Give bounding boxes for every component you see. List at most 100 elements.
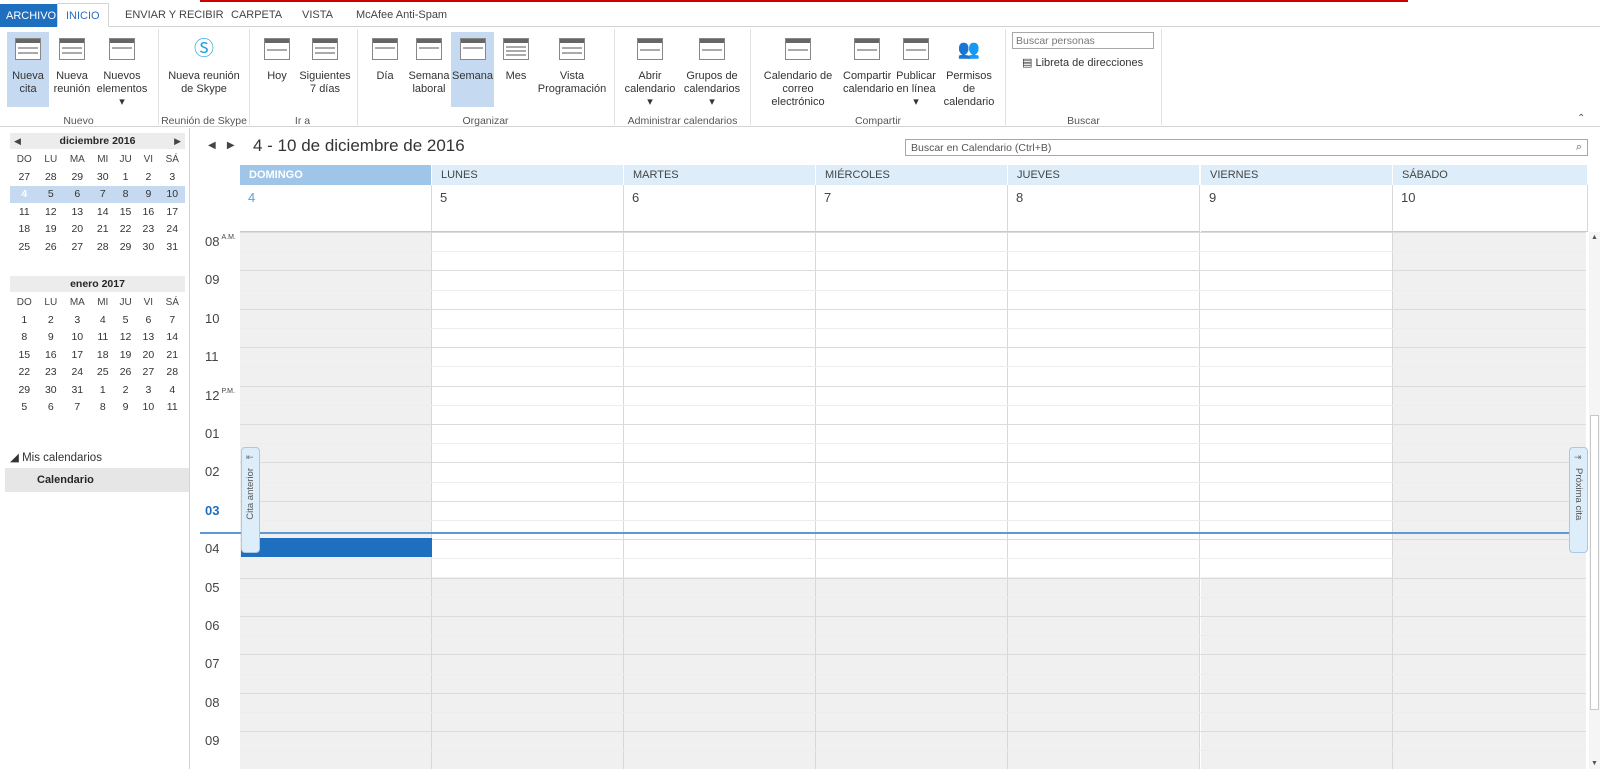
new-appointment-button[interactable]: Nueva cita [7, 32, 49, 107]
mini-day-cell[interactable]: 16 [137, 203, 159, 221]
mini-day-cell[interactable]: 12 [114, 329, 137, 347]
mini-day-cell[interactable]: 17 [63, 346, 92, 364]
mini-day-cell[interactable]: 1 [92, 381, 114, 399]
day-header-martes[interactable]: MARTES [624, 165, 816, 185]
email-calendar-button[interactable]: Calendario de correo electrónico [756, 32, 840, 108]
day-view-button[interactable]: Día [370, 32, 400, 107]
day-header-sábado[interactable]: SÁBADO [1393, 165, 1588, 185]
share-calendar-button[interactable]: Compartir calendario [843, 32, 894, 107]
mini-day-cell[interactable]: 6 [63, 185, 92, 203]
mini-day-cell[interactable]: 30 [39, 381, 63, 399]
mini-day-cell[interactable]: 18 [10, 221, 39, 239]
day-number[interactable]: 6 [624, 185, 816, 232]
mini-day-cell[interactable]: 3 [137, 381, 159, 399]
mini-day-cell[interactable]: 9 [137, 185, 160, 203]
day-header-viernes[interactable]: VIERNES [1201, 165, 1393, 185]
mini-day-cell[interactable]: 2 [137, 168, 159, 186]
mini-day-cell[interactable]: 2 [114, 381, 137, 399]
mini-day-cell[interactable]: 30 [92, 168, 114, 186]
tab-view[interactable]: VISTA [294, 3, 341, 27]
next-7-days-button[interactable]: Siguientes 7 días [297, 32, 353, 107]
mini-day-cell[interactable]: 25 [92, 364, 114, 382]
mini-day-cell[interactable]: 24 [63, 364, 92, 382]
work-week-button[interactable]: Semana laboral [408, 32, 450, 107]
mini-day-cell[interactable]: 31 [160, 238, 185, 256]
tab-folder[interactable]: CARPETA [223, 3, 290, 27]
mini-day-cell[interactable]: 26 [39, 238, 63, 256]
day-number[interactable]: 4 [240, 185, 432, 232]
mini-day-cell[interactable]: 22 [114, 221, 137, 239]
mini-day-cell[interactable]: 29 [10, 381, 39, 399]
mini-day-cell[interactable]: 16 [39, 346, 63, 364]
mini-day-cell[interactable]: 13 [63, 203, 92, 221]
mini-day-cell[interactable]: 27 [137, 364, 159, 382]
collapse-ribbon-icon[interactable]: ⌃ [1577, 113, 1585, 124]
mini-day-cell[interactable]: 28 [39, 168, 63, 186]
mini-day-cell[interactable]: 11 [92, 329, 114, 347]
mini-day-cell[interactable]: 21 [92, 221, 114, 239]
next-week-icon[interactable]: ▶ [227, 140, 235, 151]
mini-day-cell[interactable]: 4 [160, 381, 185, 399]
search-calendar-input[interactable]: Buscar en Calendario (Ctrl+B) ⌕ [905, 139, 1588, 156]
address-book-button[interactable]: ▤ Libreta de direcciones [1022, 56, 1143, 69]
day-number[interactable]: 9 [1201, 185, 1393, 232]
mini-day-cell[interactable]: 6 [137, 311, 159, 329]
mini-day-cell[interactable]: 28 [160, 364, 185, 382]
mini-day-cell[interactable]: 27 [63, 238, 92, 256]
mini-day-cell[interactable]: 31 [63, 381, 92, 399]
mini-day-cell[interactable]: 13 [137, 329, 159, 347]
mini-day-cell[interactable]: 19 [114, 346, 137, 364]
mini-day-cell[interactable]: 10 [137, 399, 159, 417]
mini-day-cell[interactable]: 2 [39, 311, 63, 329]
prev-week-icon[interactable]: ◀ [208, 140, 216, 151]
schedule-view-button[interactable]: Vista Programación [537, 32, 607, 107]
publish-online-button[interactable]: Publicar en línea ▾ [894, 32, 938, 108]
mini-day-cell[interactable]: 11 [10, 203, 39, 221]
search-people-input[interactable]: Buscar personas [1012, 32, 1154, 49]
selected-time-slot[interactable] [241, 538, 432, 557]
previous-appointment-button[interactable]: ⇤ Cita anterior [241, 447, 260, 553]
day-number[interactable]: 5 [432, 185, 624, 232]
mini-day-cell[interactable]: 29 [114, 238, 137, 256]
mini-day-cell[interactable]: 3 [160, 168, 185, 186]
mini-day-cell[interactable]: 12 [39, 203, 63, 221]
mini-day-cell[interactable]: 10 [63, 329, 92, 347]
week-time-grid[interactable] [240, 232, 1586, 769]
mini-day-cell[interactable]: 7 [63, 399, 92, 417]
next-month-icon[interactable]: ▶ [174, 133, 181, 149]
mini-day-cell[interactable]: 19 [39, 221, 63, 239]
mini-day-cell[interactable]: 23 [137, 221, 159, 239]
mini-day-cell[interactable]: 8 [10, 329, 39, 347]
calendar-list-item[interactable]: Calendario [5, 468, 189, 492]
mini-day-cell[interactable]: 28 [92, 238, 114, 256]
mini-day-cell[interactable]: 9 [114, 399, 137, 417]
mini-day-cell[interactable]: 14 [160, 329, 185, 347]
mini-day-cell[interactable]: 7 [160, 311, 185, 329]
mini-day-cell[interactable]: 7 [91, 185, 114, 203]
mini-day-cell[interactable]: 5 [114, 311, 137, 329]
month-view-button[interactable]: Mes [500, 32, 532, 107]
mini-day-cell[interactable]: 3 [63, 311, 92, 329]
mini-day-cell[interactable]: 15 [114, 203, 137, 221]
mini-day-cell[interactable]: 5 [38, 185, 64, 203]
mini-day-cell[interactable]: 20 [63, 221, 92, 239]
day-number[interactable]: 8 [1008, 185, 1200, 232]
scroll-up-icon[interactable]: ▲ [1591, 234, 1598, 241]
mini-day-cell[interactable]: 10 [159, 185, 185, 203]
mini-day-cell[interactable]: 18 [92, 346, 114, 364]
mini-day-cell[interactable]: 8 [92, 399, 114, 417]
day-header-domingo[interactable]: DOMINGO [240, 165, 432, 185]
mini-day-cell[interactable]: 25 [10, 238, 39, 256]
new-meeting-button[interactable]: Nueva reunión [52, 32, 92, 107]
open-calendar-button[interactable]: Abrir calendario ▾ [622, 32, 678, 108]
mini-day-cell[interactable]: 27 [10, 168, 39, 186]
tab-file[interactable]: ARCHIVO [0, 4, 63, 27]
day-number[interactable]: 7 [816, 185, 1008, 232]
mini-day-cell[interactable]: 26 [114, 364, 137, 382]
day-header-jueves[interactable]: JUEVES [1008, 165, 1200, 185]
mini-day-cell[interactable]: 17 [160, 203, 185, 221]
mini-day-cell[interactable]: 21 [160, 346, 185, 364]
mini-day-cell[interactable]: 5 [10, 399, 39, 417]
mini-day-cell[interactable]: 23 [39, 364, 63, 382]
mini-day-cell[interactable]: 29 [63, 168, 92, 186]
